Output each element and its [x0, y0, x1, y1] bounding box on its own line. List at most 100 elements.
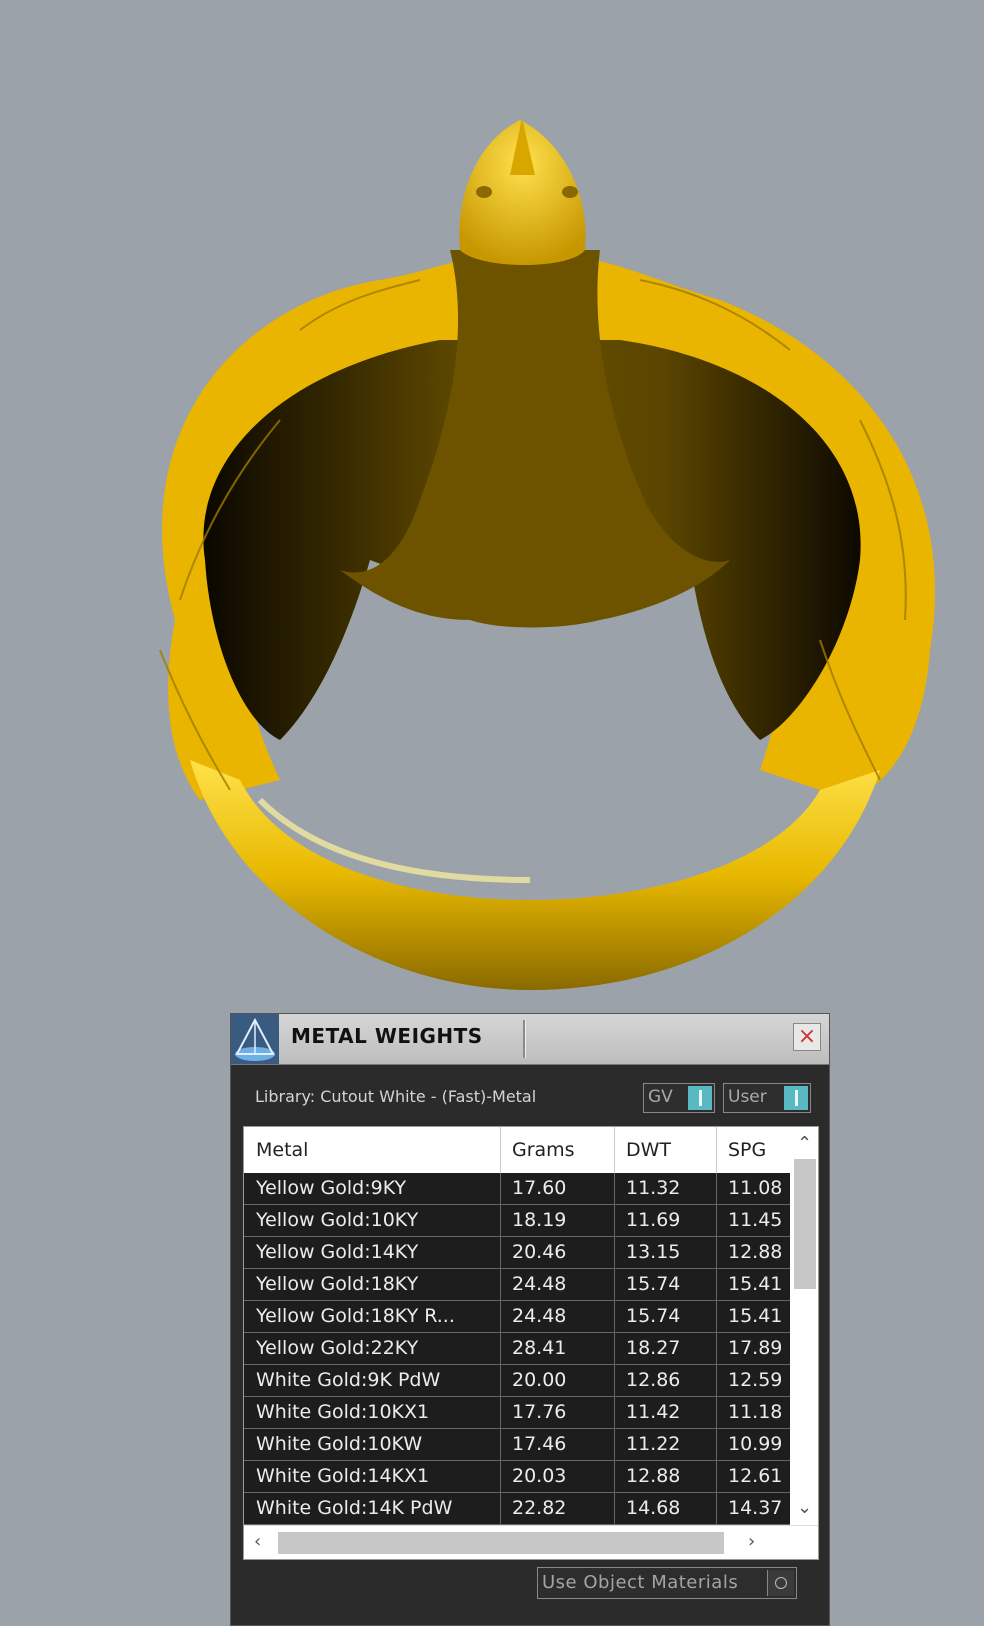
- metal-cell: Yellow Gold:18KY R...: [256, 1305, 455, 1327]
- table-row[interactable]: White Gold:14KX1 20.03 12.88 12.61: [244, 1461, 790, 1493]
- grams-cell: 18.19: [512, 1209, 567, 1231]
- column-divider: [614, 1269, 615, 1301]
- column-divider: [716, 1237, 717, 1269]
- table-header: Metal Grams DWT SPG: [244, 1127, 790, 1173]
- table-row[interactable]: White Gold:10KX1 17.76 11.42 11.18: [244, 1397, 790, 1429]
- column-divider: [716, 1365, 717, 1397]
- chevron-right-icon[interactable]: ›: [748, 1531, 755, 1552]
- metal-cell: Yellow Gold:18KY: [256, 1273, 419, 1295]
- grams-cell: 24.48: [512, 1305, 567, 1327]
- horizontal-scroll-thumb[interactable]: [278, 1532, 724, 1554]
- column-divider: [614, 1397, 615, 1429]
- table-row[interactable]: Yellow Gold:18KY 24.48 15.74 15.41: [244, 1269, 790, 1301]
- spg-cell: 12.88: [728, 1241, 783, 1263]
- column-divider: [716, 1397, 717, 1429]
- column-divider: [716, 1493, 717, 1525]
- metal-cell: White Gold:10KX1: [256, 1401, 430, 1423]
- column-divider: [614, 1429, 615, 1461]
- title-divider: [523, 1020, 526, 1058]
- spg-cell: 11.18: [728, 1401, 783, 1423]
- chevron-left-icon[interactable]: ‹: [254, 1531, 261, 1552]
- dwt-cell: 11.32: [626, 1177, 681, 1199]
- metal-cell: White Gold:14KX1: [256, 1465, 430, 1487]
- spg-cell: 17.89: [728, 1337, 783, 1359]
- grams-cell: 17.60: [512, 1177, 567, 1199]
- chevron-down-icon[interactable]: ⌄: [797, 1497, 812, 1518]
- metal-weights-panel: METAL WEIGHTS × Library: Cutout White - …: [230, 1013, 830, 1626]
- table-row[interactable]: Yellow Gold:9KY 17.60 11.32 11.08: [244, 1173, 790, 1205]
- table-row[interactable]: Yellow Gold:18KY R... 24.48 15.74 15.41: [244, 1301, 790, 1333]
- column-divider: [716, 1301, 717, 1333]
- column-header-spg[interactable]: SPG: [728, 1139, 766, 1161]
- column-divider: [614, 1205, 615, 1237]
- column-divider: [500, 1237, 501, 1269]
- gv-toggle[interactable]: GV: [643, 1083, 715, 1113]
- column-divider: [500, 1461, 501, 1493]
- dwt-cell: 12.86: [626, 1369, 681, 1391]
- user-toggle[interactable]: User: [723, 1083, 811, 1113]
- grams-cell: 20.46: [512, 1241, 567, 1263]
- metal-cell: Yellow Gold:22KY: [256, 1337, 419, 1359]
- column-divider: [614, 1173, 615, 1205]
- spg-cell: 15.41: [728, 1273, 783, 1295]
- column-header-grams[interactable]: Grams: [512, 1139, 575, 1161]
- metal-cell: White Gold:14K PdW: [256, 1497, 453, 1519]
- chevron-up-icon[interactable]: ⌃: [797, 1133, 812, 1154]
- column-divider: [716, 1205, 717, 1237]
- close-icon[interactable]: ×: [793, 1023, 821, 1051]
- table-row[interactable]: Yellow Gold:10KY 18.19 11.69 11.45: [244, 1205, 790, 1237]
- column-header-dwt[interactable]: DWT: [626, 1139, 671, 1161]
- spg-cell: 10.99: [728, 1433, 783, 1455]
- metal-cell: White Gold:9K PdW: [256, 1369, 441, 1391]
- spg-cell: 12.61: [728, 1465, 783, 1487]
- horizontal-scrollbar[interactable]: ‹ ›: [244, 1525, 818, 1559]
- metal-cell: Yellow Gold:9KY: [256, 1177, 407, 1199]
- eagle-ring-model: [159, 118, 935, 990]
- radio-icon[interactable]: [767, 1570, 794, 1596]
- spg-cell: 14.37: [728, 1497, 783, 1519]
- grams-cell: 20.00: [512, 1369, 567, 1391]
- table-row[interactable]: Yellow Gold:22KY 28.41 18.27 17.89: [244, 1333, 790, 1365]
- column-divider: [500, 1205, 501, 1237]
- vertical-scrollbar[interactable]: ⌃ ⌄: [790, 1127, 818, 1525]
- spg-cell: 11.08: [728, 1177, 783, 1199]
- metal-cell: White Gold:10KW: [256, 1433, 423, 1455]
- 3d-viewport[interactable]: [0, 0, 984, 1010]
- table-row[interactable]: White Gold:10KW 17.46 11.22 10.99: [244, 1429, 790, 1461]
- dwt-cell: 15.74: [626, 1305, 681, 1327]
- dwt-cell: 13.15: [626, 1241, 681, 1263]
- dwt-cell: 14.68: [626, 1497, 681, 1519]
- grams-cell: 22.82: [512, 1497, 567, 1519]
- dwt-cell: 15.74: [626, 1273, 681, 1295]
- column-divider: [614, 1461, 615, 1493]
- column-divider: [716, 1333, 717, 1365]
- panel-titlebar[interactable]: METAL WEIGHTS ×: [231, 1014, 829, 1065]
- column-divider: [500, 1269, 501, 1301]
- column-divider: [500, 1397, 501, 1429]
- column-divider: [500, 1173, 501, 1205]
- use-object-materials-option[interactable]: Use Object Materials: [537, 1567, 797, 1599]
- table-row[interactable]: Yellow Gold:14KY 20.46 13.15 12.88: [244, 1237, 790, 1269]
- table-row[interactable]: White Gold:14K PdW 22.82 14.68 14.37: [244, 1493, 790, 1525]
- grams-cell: 20.03: [512, 1465, 567, 1487]
- table-row[interactable]: White Gold:9K PdW 20.00 12.86 12.59: [244, 1365, 790, 1397]
- column-divider: [500, 1301, 501, 1333]
- column-divider: [716, 1461, 717, 1493]
- grams-cell: 17.46: [512, 1433, 567, 1455]
- column-divider: [614, 1127, 615, 1173]
- column-divider: [500, 1429, 501, 1461]
- column-divider: [614, 1493, 615, 1525]
- column-header-metal[interactable]: Metal: [256, 1139, 308, 1161]
- dwt-cell: 11.22: [626, 1433, 681, 1455]
- column-divider: [614, 1301, 615, 1333]
- metal-cell: Yellow Gold:14KY: [256, 1241, 419, 1263]
- vertical-scroll-thumb[interactable]: [794, 1159, 816, 1289]
- toggle-knob-icon: [688, 1086, 712, 1110]
- column-divider: [500, 1333, 501, 1365]
- metal-table[interactable]: Metal Grams DWT SPG Yellow Gold:9KY 17.60…: [243, 1126, 819, 1560]
- grams-cell: 24.48: [512, 1273, 567, 1295]
- column-divider: [500, 1127, 501, 1173]
- column-divider: [614, 1333, 615, 1365]
- dwt-cell: 11.69: [626, 1209, 681, 1231]
- metal-cell: Yellow Gold:10KY: [256, 1209, 419, 1231]
